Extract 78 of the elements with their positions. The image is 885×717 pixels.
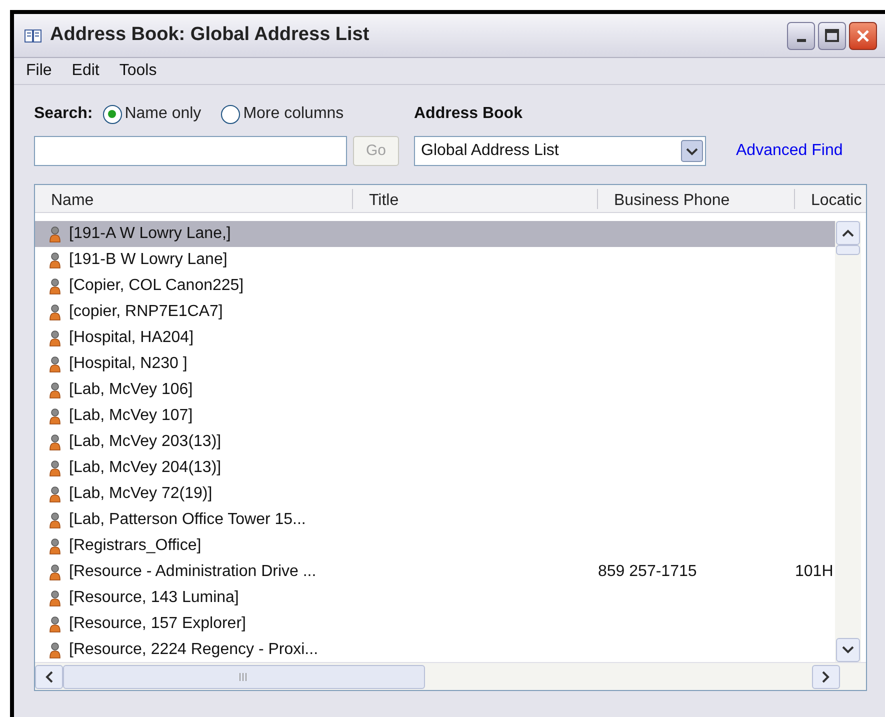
name-cell-text: [Copier, COL Canon225] [69,276,244,296]
menu-item[interactable]: Tools [111,59,165,83]
minimize-button[interactable] [787,22,815,50]
contact-row[interactable]: [copier, RNP7E1CA7] [35,299,835,325]
close-icon [856,28,870,42]
name-cell-text: [copier, RNP7E1CA7] [69,302,223,322]
scroll-thumb[interactable] [63,664,425,688]
name-cell-text: [191-B W Lowry Lane] [69,250,228,270]
contact-row[interactable]: [Lab, McVey 204(13)] [35,455,835,481]
contact-row[interactable]: [Lab, Patterson Office Tower 15... [35,507,835,533]
column-header[interactable]: Business Phone [598,188,795,208]
person-icon [49,616,61,632]
person-icon [49,382,61,398]
name-cell-text: [Resource, 143 Lumina] [69,588,239,608]
horizontal-scrollbar[interactable] [35,662,866,690]
window-title: Address Book: Global Address List [50,23,370,48]
person-icon [49,590,61,606]
column-header[interactable]: Locatic [795,188,866,208]
person-icon [49,304,61,320]
advanced-find-link[interactable]: Advanced Find [736,139,843,163]
radio-option[interactable]: More columns [221,102,344,126]
person-icon [49,538,61,554]
search-label: Search: [34,104,93,124]
person-icon [49,512,61,528]
person-icon [49,330,61,346]
contact-row[interactable]: [Hospital, HA204] [35,325,835,351]
column-header[interactable]: Name [35,188,353,208]
name-cell-text: [191-A W Lowry Lane,] [69,224,231,244]
name-cell-text: [Hospital, HA204] [69,328,194,348]
person-icon [49,252,61,268]
contact-row[interactable]: [Lab, McVey 106] [35,377,835,403]
phone-cell: 859 257-1715 [598,563,697,580]
person-icon [49,460,61,476]
menu-item[interactable]: Edit [64,59,108,83]
contact-row[interactable]: [Lab, McVey 72(19)] [35,481,835,507]
person-icon [49,486,61,502]
contact-row[interactable]: [Resource, 2224 Regency - Proxi... [35,637,835,662]
address-book-label: Address Book [414,104,524,124]
person-icon [49,564,61,580]
person-icon [49,226,61,242]
maximize-button[interactable] [818,22,846,50]
contact-row[interactable]: [191-A W Lowry Lane,] [35,221,835,247]
name-cell-text: [Lab, McVey 204(13)] [69,458,222,478]
location-cell: 101H [795,563,834,580]
person-icon [49,642,61,658]
person-icon [49,434,61,450]
contact-row[interactable]: [Lab, McVey 107] [35,403,835,429]
scroll-thumb[interactable] [836,245,860,255]
name-cell-text: [Resource - Administration Drive ... [69,562,316,582]
column-header[interactable]: Title [353,188,598,208]
name-cell-text: [Resource, 2224 Regency - Proxi... [69,640,318,660]
name-cell-text: [Lab, McVey 107] [69,406,193,426]
contact-row[interactable]: [Hospital, N230 ] [35,351,835,377]
contact-row[interactable]: [191-B W Lowry Lane] [35,247,835,273]
menu-item[interactable]: File [18,59,60,83]
contact-row[interactable]: [Copier, COL Canon225] [35,273,835,299]
contact-row[interactable]: [Lab, McVey 203(13)] [35,429,835,455]
contact-row[interactable]: [Resource - Administration Drive ... 859 257-1715 101H [35,559,835,585]
name-cell-text: [Lab, McVey 203(13)] [69,432,222,452]
address-book-dropdown[interactable]: Global Address List [414,136,706,166]
name-cell-text: [Registrars_Office] [69,536,202,556]
person-icon [49,408,61,424]
close-button[interactable] [849,22,877,50]
name-cell-text: [Hospital, N230 ] [69,354,188,374]
contact-row[interactable]: [Resource, 157 Explorer] [35,611,835,637]
radio-option[interactable]: Name only [102,102,202,126]
contact-row[interactable]: [Resource, 143 Lumina] [35,585,835,611]
person-icon [49,356,61,372]
vertical-scrollbar[interactable] [835,221,861,662]
grip-icon [239,672,249,680]
search-field[interactable] [34,136,347,166]
name-cell-text: [Lab, Patterson Office Tower 15... [69,510,306,530]
name-cell-text: [Lab, McVey 72(19)] [69,484,212,504]
person-icon [49,278,61,294]
contact-row[interactable]: [Registrars_Office] [35,533,835,559]
book-icon [24,28,42,44]
name-cell-text: [Resource, 157 Explorer] [69,614,246,634]
name-cell-text: [Lab, McVey 106] [69,380,193,400]
